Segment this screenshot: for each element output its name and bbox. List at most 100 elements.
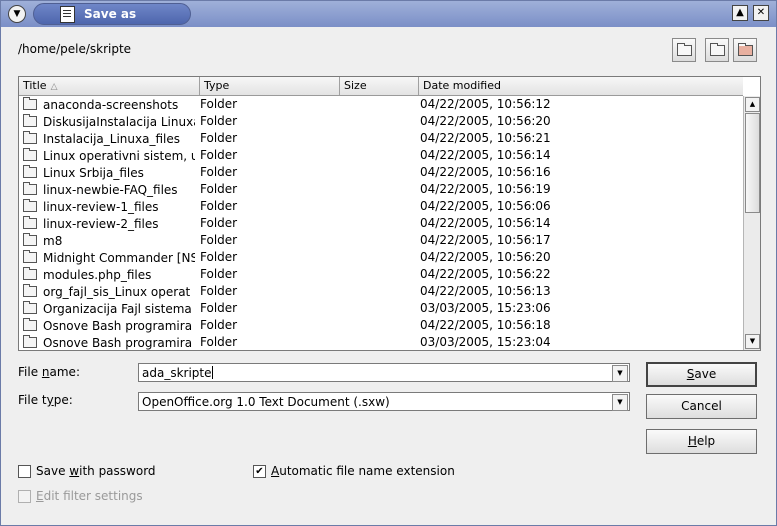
automatic-extension-label[interactable]: Automatic file name extension	[271, 464, 455, 478]
file-title-cell: org_fajl_sis_Linux operat	[23, 283, 195, 301]
text-cursor	[211, 366, 213, 379]
file-title: linux-review-1_files	[43, 200, 159, 214]
file-title-cell: linux-newbie-FAQ_files	[23, 181, 195, 199]
file-date-modified: 04/22/2005, 10:56:20	[420, 250, 551, 264]
file-date-modified: 03/03/2005, 15:23:06	[420, 301, 551, 315]
chevron-down-icon: ▼	[13, 9, 21, 19]
file-row[interactable]: Midnight Commander [NS Folder 04/22/2005, …	[19, 249, 743, 266]
file-row[interactable]: Organizacija Fajl sistema Folder 03/03/200…	[19, 300, 743, 317]
cancel-button[interactable]: Cancel	[646, 394, 757, 419]
file-row[interactable]: Osnove Bash programira Folder 04/22/2005, …	[19, 317, 743, 334]
document-icon	[60, 6, 75, 23]
file-row[interactable]: anaconda-screenshots Folder 04/22/2005, 10…	[19, 96, 743, 113]
file-type: Folder	[200, 97, 238, 111]
file-row[interactable]: linux-review-2_files Folder 04/22/2005, 10…	[19, 215, 743, 232]
create-new-folder-icon	[710, 43, 725, 56]
close-icon: ✕	[756, 7, 766, 18]
file-row[interactable]: Osnove Bash programira Folder 03/03/2005, …	[19, 334, 743, 351]
automatic-extension-checkbox[interactable]: ✔	[253, 465, 266, 478]
file-title: Organizacija Fajl sistema	[43, 302, 192, 316]
scroll-up-button[interactable]: ▲	[745, 97, 760, 112]
file-title-cell: m8	[23, 232, 195, 250]
file-name-input[interactable]: ada_skripte ▼	[138, 363, 630, 382]
file-list-header: Title △ Type Size Date modified	[19, 77, 743, 96]
file-title-cell: Midnight Commander [NS	[23, 249, 195, 267]
folder-icon	[23, 114, 37, 127]
file-date-modified: 04/22/2005, 10:56:14	[420, 148, 551, 162]
file-title-cell: linux-review-2_files	[23, 215, 195, 233]
file-row[interactable]: DiskusijaInstalacija Linuxa Folder 04/22/2…	[19, 113, 743, 130]
folder-icon	[23, 318, 37, 331]
file-type: Folder	[200, 148, 238, 162]
folder-icon	[23, 233, 37, 246]
file-row[interactable]: m8 Folder 04/22/2005, 10:56:17	[19, 232, 743, 249]
file-list[interactable]: Title △ Type Size Date modified anaconda-…	[18, 76, 761, 351]
file-title-cell: Linux Srbija_files	[23, 164, 195, 182]
file-title: linux-review-2_files	[43, 217, 159, 231]
file-name-dropdown-button[interactable]: ▼	[612, 365, 628, 382]
scroll-down-button[interactable]: ▼	[745, 334, 760, 349]
file-title: Instalacija_Linuxa_files	[43, 132, 180, 146]
file-date-modified: 04/22/2005, 10:56:22	[420, 267, 551, 281]
file-type-dropdown-button[interactable]: ▼	[612, 394, 628, 411]
file-title-cell: Organizacija Fajl sistema	[23, 300, 195, 318]
help-button[interactable]: Help	[646, 429, 757, 454]
file-title-cell: Instalacija_Linuxa_files	[23, 130, 195, 148]
triangle-up-icon: ▲	[736, 7, 744, 18]
file-type-label: File type:	[18, 393, 73, 407]
sort-ascending-icon: △	[50, 82, 58, 92]
title-bar[interactable]: ▼ Save as ▲ ✕	[1, 1, 776, 27]
close-button[interactable]: ✕	[753, 5, 769, 21]
window-menu-button[interactable]: ▼	[8, 5, 26, 23]
folder-icon	[23, 216, 37, 229]
folder-icon	[23, 335, 37, 348]
folder-icon	[23, 97, 37, 110]
file-row[interactable]: Instalacija_Linuxa_files Folder 04/22/2005…	[19, 130, 743, 147]
file-date-modified: 04/22/2005, 10:56:18	[420, 318, 551, 332]
file-title: modules.php_files	[43, 268, 152, 282]
file-date-modified: 04/22/2005, 10:56:12	[420, 97, 551, 111]
save-with-password-label[interactable]: Save with password	[36, 464, 156, 478]
file-name-label: File name:	[18, 365, 80, 379]
file-type: Folder	[200, 301, 238, 315]
file-row[interactable]: linux-newbie-FAQ_files Folder 04/22/2005, …	[19, 181, 743, 198]
default-directory-button[interactable]	[733, 38, 757, 62]
file-date-modified: 04/22/2005, 10:56:21	[420, 131, 551, 145]
maximize-button[interactable]: ▲	[732, 5, 748, 21]
checkmark-icon: ✔	[255, 466, 264, 477]
file-type: Folder	[200, 131, 238, 145]
folder-icon	[23, 199, 37, 212]
current-path: /home/pele/skripte	[18, 42, 132, 56]
up-one-level-icon	[677, 43, 692, 56]
file-type-select[interactable]: OpenOffice.org 1.0 Text Document (.sxw) …	[138, 392, 630, 411]
file-row[interactable]: Linux operativni sistem, u Folder 04/22/20…	[19, 147, 743, 164]
file-date-modified: 04/22/2005, 10:56:16	[420, 165, 551, 179]
column-header-title[interactable]: Title △	[19, 77, 200, 95]
file-row[interactable]: Linux Srbija_files Folder 04/22/2005, 10:5…	[19, 164, 743, 181]
file-title: Linux Srbija_files	[43, 166, 144, 180]
column-header-type[interactable]: Type	[200, 77, 340, 95]
file-type: Folder	[200, 250, 238, 264]
scrollbar-thumb[interactable]	[745, 113, 760, 213]
file-type: Folder	[200, 216, 238, 230]
file-title-cell: Osnove Bash programira	[23, 334, 195, 352]
edit-filter-settings-label: Edit filter settings	[36, 489, 143, 503]
save-with-password-checkbox[interactable]	[18, 465, 31, 478]
file-title: Osnove Bash programira	[43, 319, 193, 333]
file-type: Folder	[200, 233, 238, 247]
file-title: linux-newbie-FAQ_files	[43, 183, 178, 197]
up-one-level-button[interactable]	[672, 38, 696, 62]
file-row[interactable]: org_fajl_sis_Linux operat Folder 04/22/200…	[19, 283, 743, 300]
window-title: Save as	[84, 7, 137, 21]
create-new-folder-button[interactable]	[705, 38, 729, 62]
file-row[interactable]: modules.php_files Folder 04/22/2005, 10:56…	[19, 266, 743, 283]
file-title: Midnight Commander [NS	[43, 251, 195, 265]
column-header-date-modified[interactable]: Date modified	[419, 77, 743, 95]
file-title-cell: modules.php_files	[23, 266, 195, 284]
vertical-scrollbar[interactable]: ▲ ▼	[743, 96, 760, 350]
file-title: Linux operativni sistem, u	[43, 149, 195, 163]
edit-filter-settings-checkbox[interactable]	[18, 490, 31, 503]
save-button[interactable]: Save	[646, 362, 757, 387]
column-header-size[interactable]: Size	[340, 77, 419, 95]
file-row[interactable]: linux-review-1_files Folder 04/22/2005, 10…	[19, 198, 743, 215]
